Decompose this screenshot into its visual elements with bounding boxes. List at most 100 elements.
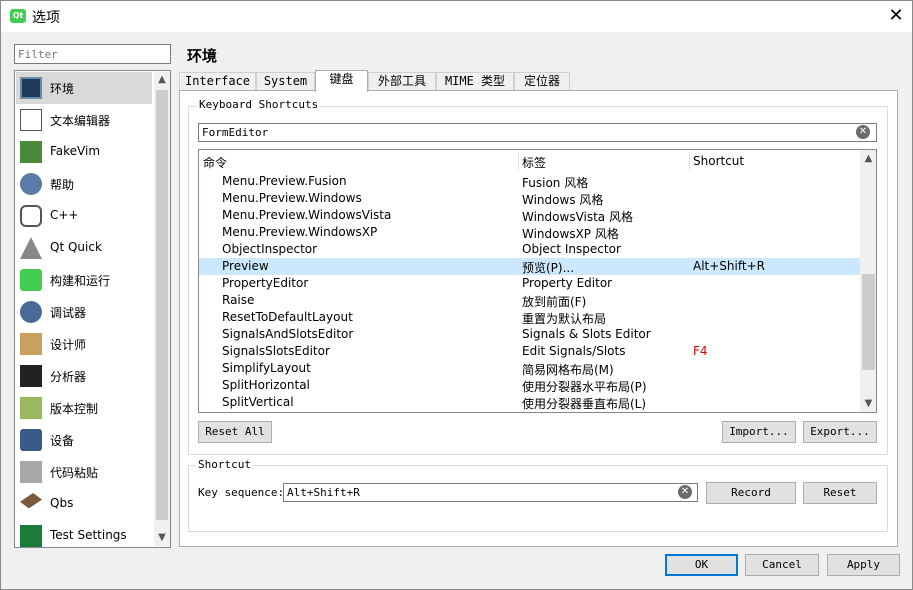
- cpp-icon: [20, 205, 42, 227]
- key-sequence-label: Key sequence:: [198, 486, 285, 499]
- category-item[interactable]: 版本控制: [16, 392, 152, 424]
- shortcut-row[interactable]: Menu.Preview.Windows Windows 风格: [199, 190, 860, 207]
- tab-4[interactable]: MIME 类型: [436, 72, 514, 91]
- help-icon: [20, 173, 42, 195]
- clear-key-sequence-icon[interactable]: ✕: [678, 485, 692, 499]
- shortcut-row[interactable]: SplitVertical 使用分裂器垂直布局(L): [199, 394, 860, 411]
- category-item[interactable]: 构建和运行: [16, 264, 152, 296]
- version-control-icon: [20, 397, 42, 419]
- shortcut-row[interactable]: SignalsAndSlotsEditor Signals & Slots Edi…: [199, 326, 860, 343]
- shortcut-row[interactable]: SignalsSlotsEditor Edit Signals/Slots F4: [199, 343, 860, 360]
- category-item[interactable]: 环境: [16, 72, 152, 104]
- label-cell: 使用分裂器水平布局(P): [522, 380, 647, 394]
- category-item[interactable]: 设计师: [16, 328, 152, 360]
- category-label: 文本编辑器: [50, 114, 111, 128]
- shortcut-row[interactable]: ResetToDefaultLayout 重置为默认布局: [199, 309, 860, 326]
- sort-indicator-icon: ^: [354, 149, 362, 156]
- command-cell: SignalsSlotsEditor: [222, 344, 330, 358]
- shortcut-row[interactable]: SplitHorizontal 使用分裂器水平布局(P): [199, 377, 860, 394]
- category-label: 调试器: [50, 306, 87, 320]
- scroll-up-icon[interactable]: ▲: [154, 72, 170, 88]
- shortcut-row[interactable]: Raise 放到前面(F): [199, 292, 860, 309]
- label-cell: Object Inspector: [522, 242, 621, 256]
- command-cell: SplitVertical: [222, 395, 294, 409]
- clear-search-icon[interactable]: ✕: [856, 125, 870, 139]
- scroll-up-icon[interactable]: ▲: [860, 150, 876, 167]
- reset-shortcut-button[interactable]: Reset: [803, 482, 877, 504]
- column-header-label[interactable]: 标签: [522, 154, 546, 171]
- tree-scrollbar[interactable]: ▲ ▼: [860, 150, 876, 412]
- tab-2[interactable]: 键盘: [315, 70, 368, 92]
- label-cell: WindowsVista 风格: [522, 210, 633, 224]
- command-cell: Menu.Preview.Fusion: [222, 174, 347, 188]
- tab-5[interactable]: 定位器: [514, 72, 570, 91]
- shortcut-row[interactable]: Preview 预览(P)... Alt+Shift+R: [199, 258, 860, 275]
- category-item[interactable]: Qbs: [16, 488, 152, 520]
- command-cell: SignalsAndSlotsEditor: [222, 327, 354, 341]
- category-label: FakeVim: [50, 144, 101, 158]
- key-sequence-input[interactable]: Alt+Shift+R: [283, 483, 698, 502]
- shortcut-row[interactable]: Menu.Preview.WindowsXP WindowsXP 风格: [199, 224, 860, 241]
- qt-logo-icon: Qt: [10, 9, 26, 23]
- command-cell: Menu.Preview.WindowsVista: [222, 208, 392, 222]
- designer-icon: [20, 333, 42, 355]
- export-button[interactable]: Export...: [803, 421, 877, 443]
- column-divider[interactable]: [518, 152, 519, 170]
- category-scrollbar[interactable]: ▲ ▼: [154, 72, 170, 546]
- tab-3[interactable]: 外部工具: [368, 72, 436, 91]
- category-label: Qbs: [50, 496, 74, 510]
- scroll-down-icon[interactable]: ▼: [860, 395, 876, 412]
- cancel-button[interactable]: Cancel: [745, 554, 819, 576]
- build-run-icon: [20, 269, 42, 291]
- shortcut-row[interactable]: ObjectInspector Object Inspector: [199, 241, 860, 258]
- shortcut-row[interactable]: Menu.Preview.Fusion Fusion 风格: [199, 173, 860, 190]
- category-label: Test Settings: [50, 528, 127, 542]
- label-cell: Signals & Slots Editor: [522, 327, 651, 341]
- category-label: 环境: [50, 82, 75, 96]
- command-cell: Menu.Preview.WindowsXP: [222, 225, 378, 239]
- record-button[interactable]: Record: [706, 482, 796, 504]
- ok-button[interactable]: OK: [665, 554, 738, 576]
- filter-input[interactable]: [14, 44, 171, 64]
- scrollbar-thumb[interactable]: [156, 90, 168, 520]
- category-item[interactable]: 调试器: [16, 296, 152, 328]
- shortcut-row[interactable]: Menu.Preview.WindowsVista WindowsVista 风格: [199, 207, 860, 224]
- category-item[interactable]: 分析器: [16, 360, 152, 392]
- qt-quick-icon: [20, 237, 42, 259]
- title-bar: Qt 选项 ✕: [1, 1, 912, 32]
- category-item[interactable]: Test Settings: [16, 520, 152, 547]
- close-icon[interactable]: ✕: [885, 5, 907, 27]
- apply-button[interactable]: Apply: [827, 554, 900, 576]
- shortcut-tree: 命令 ^ 标签 Shortcut ▲ ▼ Menu.Preview.Fusion…: [198, 149, 877, 413]
- category-item[interactable]: FakeVim: [16, 136, 152, 168]
- label-cell: WindowsXP 风格: [522, 227, 619, 241]
- command-cell: ResetToDefaultLayout: [222, 310, 353, 324]
- scroll-down-icon[interactable]: ▼: [154, 530, 170, 546]
- column-divider[interactable]: [689, 152, 690, 170]
- category-label: 代码粘贴: [50, 466, 99, 480]
- page-title: 环境: [187, 47, 218, 65]
- code-pasting-icon: [20, 461, 42, 483]
- shortcut-row[interactable]: PropertyEditor Property Editor: [199, 275, 860, 292]
- shortcut-row[interactable]: SimplifyLayout 简易网格布局(M): [199, 360, 860, 377]
- command-cell: Menu.Preview.Windows: [222, 191, 362, 205]
- category-item[interactable]: 文本编辑器: [16, 104, 152, 136]
- category-item[interactable]: Qt Quick: [16, 232, 152, 264]
- label-cell: 使用分裂器垂直布局(L): [522, 397, 647, 411]
- category-label: 设计师: [50, 338, 87, 352]
- category-item[interactable]: 帮助: [16, 168, 152, 200]
- tab-1[interactable]: System: [256, 72, 315, 91]
- category-item[interactable]: 设备: [16, 424, 152, 456]
- category-item[interactable]: 代码粘贴: [16, 456, 152, 488]
- category-label: 帮助: [50, 178, 75, 192]
- tab-0[interactable]: Interface: [179, 72, 256, 91]
- category-item[interactable]: C++: [16, 200, 152, 232]
- import-button[interactable]: Import...: [722, 421, 796, 443]
- reset-all-button[interactable]: Reset All: [198, 421, 272, 443]
- environment-icon: [20, 77, 42, 99]
- fakevim-icon: [20, 141, 42, 163]
- shortcut-search-input[interactable]: FormEditor: [198, 123, 877, 142]
- column-header-shortcut[interactable]: Shortcut: [693, 154, 744, 168]
- column-header-command[interactable]: 命令: [203, 154, 227, 171]
- scrollbar-thumb[interactable]: [862, 274, 875, 370]
